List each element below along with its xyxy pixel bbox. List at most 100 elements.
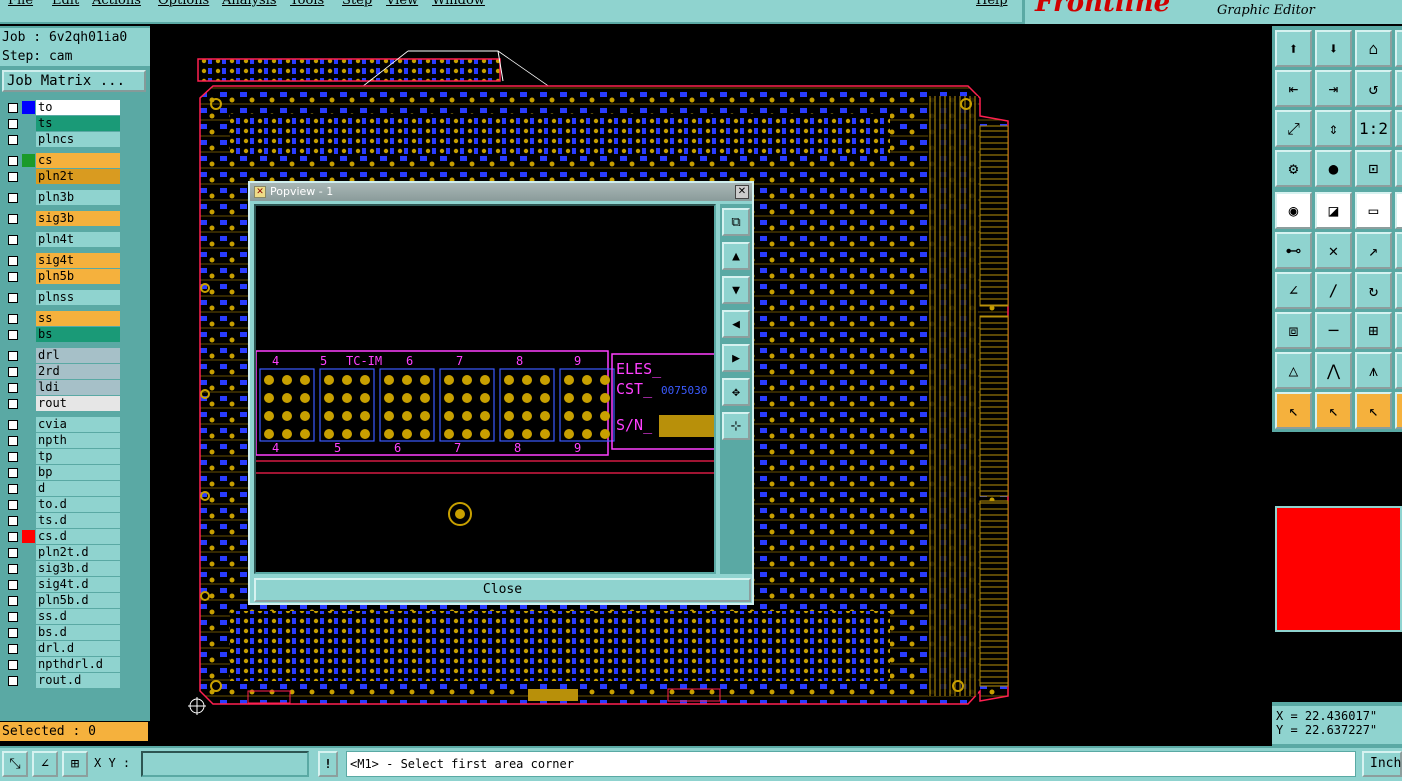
- layer-row-cs-d[interactable]: cs.d: [2, 529, 121, 544]
- menu-tools[interactable]: Tools: [290, 0, 324, 8]
- layer-row-ts[interactable]: ts: [2, 116, 121, 131]
- layer-name[interactable]: pln4t: [36, 232, 120, 247]
- layer-row-rout[interactable]: rout: [2, 396, 121, 411]
- menu-analysis[interactable]: Analysis: [222, 0, 277, 8]
- layer-checkbox[interactable]: [8, 293, 18, 303]
- more-a-button[interactable]: [1395, 30, 1402, 67]
- layer-name[interactable]: pln3b: [36, 190, 120, 205]
- units-button[interactable]: Inch: [1362, 751, 1402, 777]
- layer-name[interactable]: cvia: [36, 417, 120, 432]
- layer-row-sig3b-d[interactable]: sig3b.d: [2, 561, 121, 576]
- layer-checkbox[interactable]: [8, 644, 18, 654]
- window-close-icon[interactable]: ✕: [735, 185, 749, 199]
- layer-row-to[interactable]: to: [2, 100, 121, 115]
- select-box-button[interactable]: ⧈: [1275, 312, 1312, 349]
- pv-zoom-in-button[interactable]: ✥: [722, 378, 750, 406]
- layer-row-ldi[interactable]: ldi: [2, 380, 121, 395]
- more-c-button[interactable]: [1395, 110, 1402, 147]
- layer-name[interactable]: sig4t: [36, 253, 120, 268]
- more-d-button[interactable]: [1395, 150, 1402, 187]
- pan-right-button[interactable]: ⇥: [1315, 70, 1352, 107]
- polygon-tool-button[interactable]: ◪: [1315, 192, 1352, 229]
- arc-tool-button[interactable]: ↻: [1355, 272, 1392, 309]
- cross-delete-button[interactable]: ✕: [1315, 232, 1352, 269]
- layer-name[interactable]: rout.d: [36, 673, 120, 688]
- select-pointer-button[interactable]: ↖: [1275, 392, 1312, 429]
- layer-name[interactable]: ss.d: [36, 609, 120, 624]
- layer-name[interactable]: pln2t: [36, 169, 120, 184]
- layer-row-bp[interactable]: bp: [2, 465, 121, 480]
- layer-row-pln5b[interactable]: pln5b: [2, 269, 121, 284]
- overview-preview[interactable]: [1272, 432, 1402, 702]
- layer-checkbox[interactable]: [8, 399, 18, 409]
- layer-row-pln2t[interactable]: pln2t: [2, 169, 121, 184]
- popview-close-button[interactable]: Close: [254, 578, 751, 602]
- menu-file[interactable]: File: [8, 0, 33, 8]
- layer-name[interactable]: plnss: [36, 290, 120, 305]
- menu-view[interactable]: View: [386, 0, 418, 8]
- layer-row-plncs[interactable]: plncs: [2, 132, 121, 147]
- layer-checkbox[interactable]: [8, 193, 18, 203]
- select-area-button[interactable]: ↖: [1315, 392, 1352, 429]
- layer-checkbox[interactable]: [8, 330, 18, 340]
- layer-row-cvia[interactable]: cvia: [2, 417, 121, 432]
- layer-row-npth[interactable]: npth: [2, 433, 121, 448]
- pan-down-button[interactable]: ⬇: [1315, 30, 1352, 67]
- menu-window[interactable]: Window: [432, 0, 485, 8]
- layer-row-d[interactable]: d: [2, 481, 121, 496]
- layer-checkbox[interactable]: [8, 103, 18, 113]
- frame-tool-button[interactable]: ⊞: [1355, 312, 1392, 349]
- layer-checkbox[interactable]: [8, 172, 18, 182]
- layer-row-bs[interactable]: bs: [2, 327, 121, 342]
- layer-name[interactable]: tp: [36, 449, 120, 464]
- fit-height-button[interactable]: ⇕: [1315, 110, 1352, 147]
- triangle-button[interactable]: △: [1275, 352, 1312, 389]
- arch-tool-button[interactable]: ⩚: [1355, 352, 1392, 389]
- layer-checkbox[interactable]: [8, 548, 18, 558]
- layer-name[interactable]: plncs: [36, 132, 120, 147]
- scale-1-2-button[interactable]: 1:2: [1355, 110, 1392, 147]
- line-end-button[interactable]: ↗: [1355, 232, 1392, 269]
- layer-checkbox[interactable]: [8, 314, 18, 324]
- home-view-button[interactable]: ⌂: [1355, 30, 1392, 67]
- layer-name[interactable]: rout: [36, 396, 120, 411]
- menu-edit[interactable]: Edit: [52, 0, 79, 8]
- layer-name[interactable]: pln2t.d: [36, 545, 120, 560]
- select-circle-button[interactable]: ↖: [1355, 392, 1392, 429]
- alert-button[interactable]: !: [318, 751, 338, 777]
- layer-name[interactable]: bs: [36, 327, 120, 342]
- layer-checkbox[interactable]: [8, 532, 18, 542]
- layer-row-2rd[interactable]: 2rd: [2, 364, 121, 379]
- more-e-button[interactable]: [1395, 192, 1402, 229]
- layer-name[interactable]: to: [36, 100, 120, 115]
- layer-checkbox[interactable]: [8, 452, 18, 462]
- angle-line-button[interactable]: ∠: [1275, 272, 1312, 309]
- pv-pan-left-button[interactable]: ◀: [722, 310, 750, 338]
- snap-center-button[interactable]: ◉: [1275, 192, 1312, 229]
- layer-checkbox[interactable]: [8, 436, 18, 446]
- layer-name[interactable]: ss: [36, 311, 120, 326]
- layer-name[interactable]: pln5b: [36, 269, 120, 284]
- layer-name[interactable]: 2rd: [36, 364, 120, 379]
- layer-checkbox[interactable]: [8, 580, 18, 590]
- layer-name[interactable]: drl: [36, 348, 120, 363]
- layer-name[interactable]: to.d: [36, 497, 120, 512]
- layer-row-ss-d[interactable]: ss.d: [2, 609, 121, 624]
- fit-screen-button[interactable]: ⤢: [1275, 110, 1312, 147]
- layer-name[interactable]: npth: [36, 433, 120, 448]
- layer-row-sig4t[interactable]: sig4t: [2, 253, 121, 268]
- layer-name[interactable]: ts.d: [36, 513, 120, 528]
- settings-button[interactable]: ⚙: [1275, 150, 1312, 187]
- layer-checkbox[interactable]: [8, 214, 18, 224]
- layer-row-pln2t-d[interactable]: pln2t.d: [2, 545, 121, 560]
- layer-checkbox[interactable]: [8, 235, 18, 245]
- layer-row-to-d[interactable]: to.d: [2, 497, 121, 512]
- layer-checkbox[interactable]: [8, 676, 18, 686]
- zoom-home-button[interactable]: ⬆: [1275, 30, 1312, 67]
- layer-row-bs-d[interactable]: bs.d: [2, 625, 121, 640]
- layer-row-sig4t-d[interactable]: sig4t.d: [2, 577, 121, 592]
- pan-left-button[interactable]: ⇤: [1275, 70, 1312, 107]
- layer-row-rout-d[interactable]: rout.d: [2, 673, 121, 688]
- arrow-up-button[interactable]: ⋀: [1315, 352, 1352, 389]
- popview-zoom-view[interactable]: 4 5 TC-IM 6 7 8 9 4 5 6 7 8 9 ELES_ CST_…: [254, 204, 716, 574]
